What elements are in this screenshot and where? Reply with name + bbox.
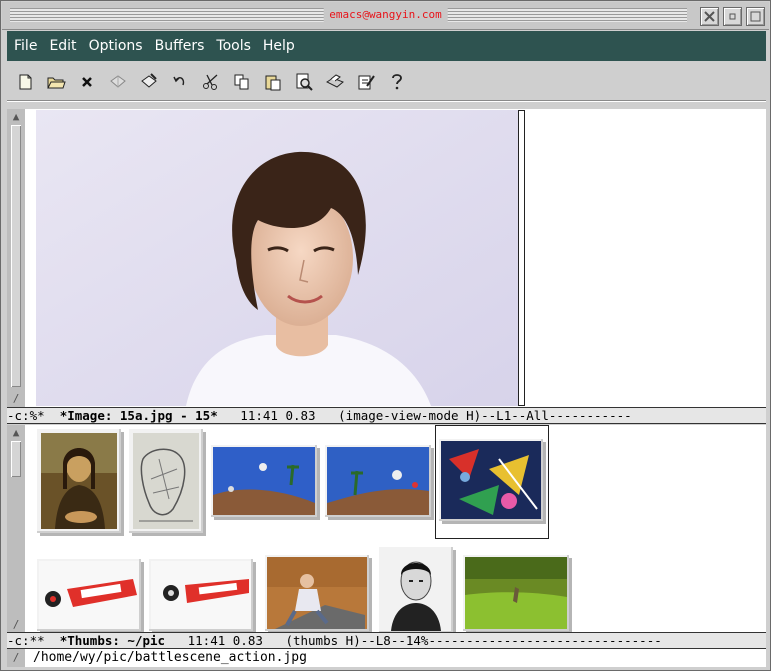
upper-modeline-info: 11:41 0.83 (image-view-mode H)--L1--All-… bbox=[217, 408, 632, 423]
open-directory-button[interactable] bbox=[42, 69, 69, 96]
menu-tools[interactable]: Tools bbox=[211, 31, 256, 61]
thumbnail-grass-field[interactable] bbox=[463, 555, 569, 631]
search-button[interactable] bbox=[290, 69, 317, 96]
save-button[interactable] bbox=[104, 69, 131, 96]
thumbnail-sketch[interactable] bbox=[129, 429, 203, 533]
customize-button[interactable] bbox=[352, 69, 379, 96]
undo-icon bbox=[172, 76, 184, 86]
thumbnail-skate-ramp-1[interactable] bbox=[211, 445, 317, 517]
sketch-image bbox=[133, 433, 199, 529]
menu-options[interactable]: Options bbox=[84, 31, 148, 61]
thumbnail-skate-ramp-indoor[interactable] bbox=[265, 555, 369, 631]
scroll-down-arrow-icon[interactable]: / bbox=[10, 393, 22, 405]
portrait-photo-image bbox=[36, 110, 518, 406]
minimize-window-button[interactable] bbox=[723, 7, 742, 26]
thumbnail-skateboard-red-2[interactable] bbox=[149, 559, 253, 631]
search-icon bbox=[296, 73, 313, 91]
paste-button[interactable] bbox=[259, 69, 286, 96]
lower-scroll-down-arrow-icon[interactable]: / bbox=[10, 619, 22, 631]
menu-edit[interactable]: Edit bbox=[44, 31, 81, 61]
upper-mode-line[interactable]: -c:%* *Image: 15a.jpg - 15* 11:41 0.83 (… bbox=[7, 407, 766, 424]
upper-scroll-thumb[interactable] bbox=[11, 125, 21, 387]
minibuffer-scrollbar: / bbox=[7, 649, 25, 667]
minibuffer-text: /home/wy/pic/battlescene_action.jpg bbox=[33, 650, 307, 665]
cut-icon bbox=[202, 74, 217, 90]
open-file-button[interactable] bbox=[11, 69, 38, 96]
menu-help[interactable]: Help bbox=[258, 31, 300, 61]
lower-buffer-name[interactable]: *Thumbs: ~/pic bbox=[60, 633, 165, 648]
thumbnail-portrait-man[interactable] bbox=[379, 547, 453, 633]
skate-ramp-1-image bbox=[213, 447, 315, 515]
emacs-window: emacs@wangyin.com File Edit Options Buff… bbox=[0, 0, 771, 671]
skateboard-red-2-image bbox=[151, 561, 251, 629]
upper-modeline-prefix: -c:%* bbox=[7, 408, 60, 423]
copy-button[interactable] bbox=[228, 69, 255, 96]
help-icon bbox=[391, 74, 402, 90]
print-icon bbox=[325, 74, 344, 88]
mona-lisa-image bbox=[41, 433, 117, 529]
minibuffer[interactable]: / /home/wy/pic/battlescene_action.jpg bbox=[7, 649, 766, 667]
title-bar[interactable]: emacs@wangyin.com bbox=[2, 2, 769, 30]
save-as-button[interactable] bbox=[135, 69, 162, 96]
lower-scroll-thumb[interactable] bbox=[11, 441, 21, 477]
thumbnail-battlescene-action[interactable] bbox=[439, 439, 543, 521]
displayed-photo bbox=[36, 110, 518, 406]
lower-scrollbar[interactable]: ▲ / bbox=[7, 425, 25, 633]
maximize-window-button[interactable] bbox=[746, 7, 765, 26]
print-button[interactable] bbox=[321, 69, 348, 96]
minibuffer-scroll-icon: / bbox=[12, 651, 20, 664]
image-view-buffer[interactable]: ▲ / bbox=[7, 109, 766, 407]
thumbnail-mona-lisa[interactable] bbox=[37, 429, 121, 533]
close-icon bbox=[704, 11, 715, 22]
lower-modeline-info: 11:41 0.83 (thumbs H)--L8--14%----------… bbox=[165, 633, 662, 648]
close-buffer-button[interactable] bbox=[73, 69, 100, 96]
toolbar bbox=[7, 65, 766, 99]
grass-field-image bbox=[465, 557, 567, 629]
upper-scrollbar[interactable]: ▲ / bbox=[7, 109, 25, 407]
save-as-icon bbox=[140, 73, 157, 88]
close-window-button[interactable] bbox=[700, 7, 719, 26]
lower-modeline-prefix: -c:** bbox=[7, 633, 60, 648]
undo-button[interactable] bbox=[166, 69, 193, 96]
thumbnail-skateboard-red-1[interactable] bbox=[37, 559, 141, 631]
scroll-up-arrow-icon[interactable]: ▲ bbox=[10, 111, 22, 123]
paste-icon bbox=[265, 75, 280, 91]
copy-icon bbox=[234, 74, 248, 90]
lower-scroll-up-arrow-icon[interactable]: ▲ bbox=[10, 427, 22, 439]
help-button[interactable] bbox=[383, 69, 410, 96]
save-icon bbox=[109, 75, 126, 88]
battlescene-action-image bbox=[441, 441, 541, 519]
upper-buffer-name[interactable]: *Image: 15a.jpg - 15* bbox=[60, 408, 218, 423]
close-buffer-icon bbox=[81, 77, 92, 87]
skate-ramp-2-image bbox=[327, 447, 429, 515]
skate-ramp-indoor-image bbox=[267, 557, 367, 629]
toolbar-separator bbox=[7, 100, 766, 102]
menu-file[interactable]: File bbox=[9, 31, 42, 61]
skateboard-red-1-image bbox=[39, 561, 139, 629]
thumbnail-skate-ramp-2[interactable] bbox=[325, 445, 431, 517]
window-title: emacs@wangyin.com bbox=[323, 6, 448, 23]
lower-mode-line[interactable]: -c:** *Thumbs: ~/pic 11:41 0.83 (thumbs … bbox=[7, 632, 766, 649]
cut-button[interactable] bbox=[197, 69, 224, 96]
menu-buffers[interactable]: Buffers bbox=[150, 31, 210, 61]
text-cursor bbox=[518, 110, 525, 406]
open-directory-icon bbox=[46, 77, 66, 89]
thumbs-buffer[interactable]: ▲ / bbox=[7, 425, 766, 633]
customize-icon bbox=[358, 75, 375, 90]
maximize-icon bbox=[750, 11, 761, 22]
open-file-icon bbox=[19, 74, 31, 90]
menu-bar: File Edit Options Buffers Tools Help bbox=[7, 31, 766, 61]
minimize-icon bbox=[729, 13, 736, 20]
portrait-man-image bbox=[381, 549, 451, 631]
